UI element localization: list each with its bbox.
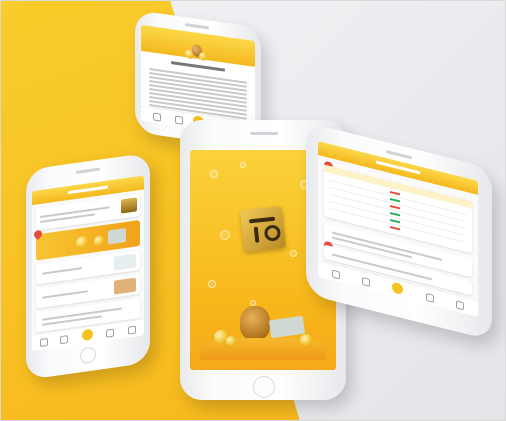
logo-icon xyxy=(239,205,287,253)
money-bag-illustration xyxy=(200,300,326,360)
nav-home-icon[interactable] xyxy=(153,112,161,122)
phone-left-screen xyxy=(32,175,144,352)
coin-button-icon[interactable] xyxy=(82,328,93,342)
list-icon[interactable] xyxy=(456,300,464,311)
chart-icon[interactable] xyxy=(426,292,434,303)
coin-button-icon[interactable] xyxy=(392,281,403,296)
hand-icon[interactable] xyxy=(60,335,68,345)
crown-icon[interactable] xyxy=(40,337,48,348)
phone-center-speaker xyxy=(250,132,278,135)
list-icon[interactable] xyxy=(128,325,136,335)
grid-icon[interactable] xyxy=(362,276,370,287)
home-icon[interactable] xyxy=(332,269,340,280)
mockup-scene xyxy=(0,0,506,421)
phone-center-home-button[interactable] xyxy=(253,376,275,398)
person-icon[interactable] xyxy=(106,328,114,338)
phone-left xyxy=(26,152,150,380)
coin-bag-icon xyxy=(185,41,207,62)
